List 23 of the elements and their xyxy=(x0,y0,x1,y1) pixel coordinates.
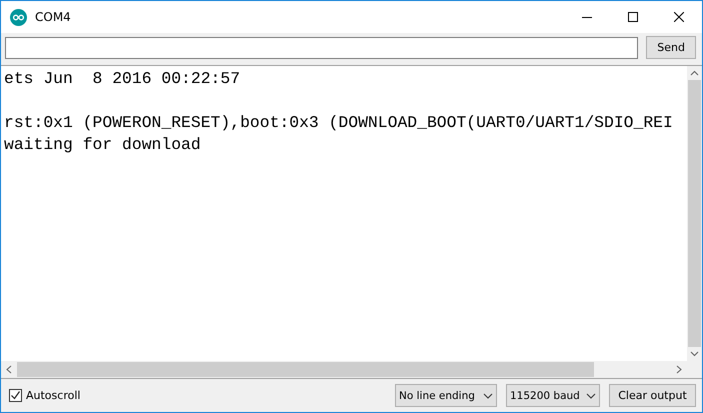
caret-icon xyxy=(483,392,493,398)
maximize-icon xyxy=(628,12,638,22)
autoscroll-label: Autoscroll xyxy=(26,389,80,402)
output-line: rst:0x1 (POWERON_RESET),boot:0x3 (DOWNLOAD_BOOT(UART0/UART1/SDIO_REI xyxy=(4,112,673,134)
minimize-icon xyxy=(582,16,592,18)
output-line: waiting for download xyxy=(4,134,201,156)
line-ending-dropdown[interactable]: No line ending xyxy=(395,384,497,407)
scrollbar-thumb[interactable] xyxy=(17,362,594,377)
scrollbar-thumb[interactable] xyxy=(688,80,701,347)
send-button[interactable]: Send xyxy=(646,36,696,59)
autoscroll-checkbox[interactable] xyxy=(9,389,22,402)
clear-output-button[interactable]: Clear output xyxy=(609,384,696,407)
window-title: COM4 xyxy=(35,10,72,24)
close-icon xyxy=(674,12,684,22)
app-logo-icon xyxy=(10,8,27,26)
scroll-up-icon[interactable] xyxy=(690,70,699,76)
horizontal-scrollbar[interactable] xyxy=(1,361,687,378)
output-line: ets Jun 8 2016 00:22:57 xyxy=(4,68,240,90)
scroll-down-icon[interactable] xyxy=(690,351,699,357)
baud-rate-dropdown[interactable]: 115200 baud xyxy=(506,384,600,407)
vertical-scrollbar[interactable] xyxy=(687,66,702,361)
caret-icon xyxy=(586,392,596,398)
input-field[interactable] xyxy=(5,36,638,58)
